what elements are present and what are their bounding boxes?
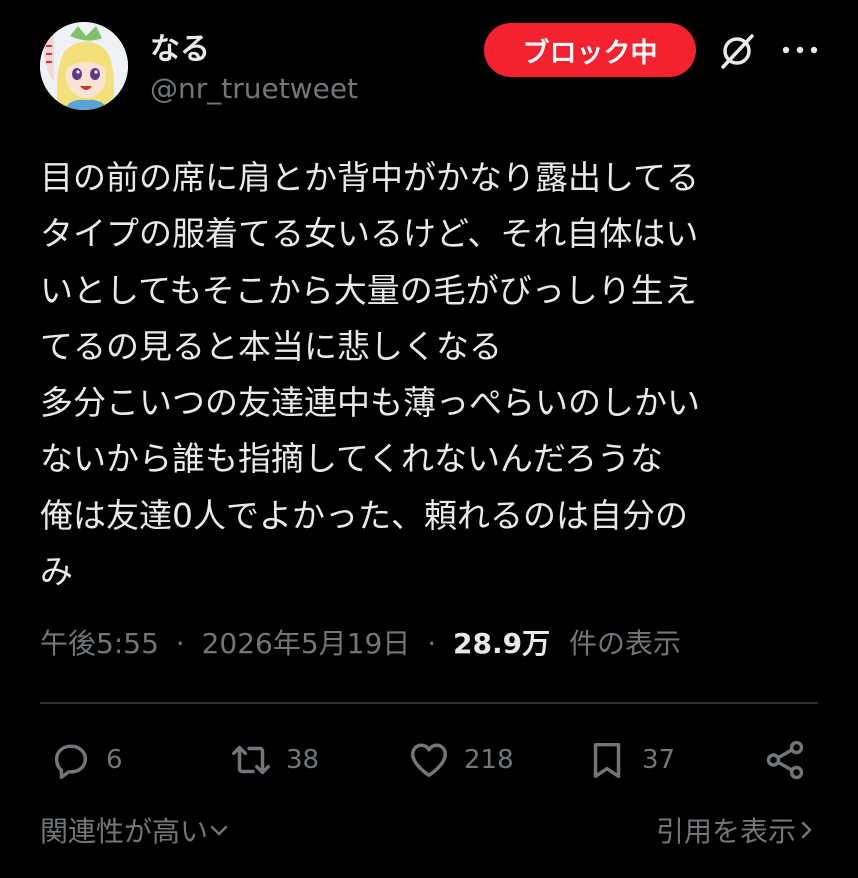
avatar[interactable] — [40, 22, 128, 110]
retweet-icon — [232, 745, 270, 775]
share-button[interactable] — [762, 736, 808, 784]
quote-label: 引用を表示 — [655, 815, 796, 848]
reply-button[interactable]: 6 — [48, 736, 123, 784]
tweet-text: 目の前の席に肩とか背中がかなり露出してる タイプの服着てる女いるけど、それ自体は… — [40, 150, 830, 600]
chevron-right-icon — [801, 821, 812, 839]
tweet-line: 俺は友達0人でよかった、頼れるのは自分の — [40, 495, 688, 535]
views-label[interactable]: 件の表示 — [569, 627, 681, 660]
reply-count: 6 — [106, 745, 123, 775]
meta-separator: · — [175, 627, 185, 660]
avatar-image — [40, 22, 128, 110]
sort-label: 関連性が高い — [40, 815, 209, 848]
views-count[interactable]: 28.9万 — [453, 627, 550, 660]
like-button[interactable]: 218 — [406, 736, 514, 784]
view-quotes-link[interactable]: 引用を表示 — [656, 810, 816, 850]
reply-icon — [54, 744, 88, 779]
user-handle[interactable]: @nr_truetweet — [150, 72, 358, 105]
tweet-line: 多分こいつの友達連中も薄っぺらいのしかい — [40, 383, 700, 423]
blocking-button[interactable]: ブロック中 — [484, 23, 696, 77]
bookmark-icon — [593, 742, 621, 779]
sort-dropdown[interactable]: 関連性が高い — [40, 810, 230, 850]
display-name[interactable]: なる — [150, 24, 210, 68]
tweet-line: タイプの服着てる女いるけど、それ自体はい — [40, 214, 699, 254]
tweet-line: ないから誰も指摘してくれないんだろうな — [40, 439, 664, 479]
like-count: 218 — [464, 745, 514, 775]
more-icon[interactable] — [780, 40, 820, 60]
tweet-date[interactable]: 2026年5月19日 — [202, 627, 411, 660]
like-icon — [410, 743, 448, 778]
retweet-count: 38 — [286, 745, 320, 775]
bookmark-button[interactable]: 37 — [584, 736, 675, 784]
tweet-detail-page: なる @nr_truetweet ブロック中 目の前の席に肩とか背中がかなり露出… — [0, 0, 858, 878]
tweet-line: てるの見ると本当に悲しくなる — [40, 326, 502, 366]
tweet-meta: 午後5:55 · 2026年5月19日 · 28.9万 件の表示 — [40, 622, 681, 662]
divider — [40, 702, 818, 704]
tweet-line: いとしてもそこから大量の毛がびっしり生え — [40, 270, 697, 310]
tweet-line: み — [40, 552, 73, 592]
chevron-down-icon — [210, 825, 228, 836]
tweet-line: 目の前の席に肩とか背中がかなり露出してる — [40, 158, 700, 197]
retweet-button[interactable]: 38 — [228, 736, 319, 784]
share-icon — [766, 740, 804, 780]
tweet-time[interactable]: 午後5:55 — [40, 627, 159, 660]
grok-icon[interactable] — [716, 30, 758, 72]
meta-separator: · — [427, 627, 437, 660]
bookmark-count: 37 — [642, 745, 676, 775]
